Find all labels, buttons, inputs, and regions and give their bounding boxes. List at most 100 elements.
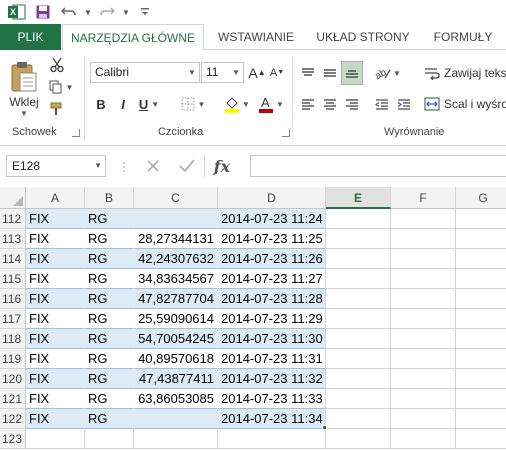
cell-e[interactable] bbox=[326, 369, 391, 389]
undo-dropdown-icon[interactable]: ▼ bbox=[84, 2, 92, 22]
cell-f[interactable] bbox=[391, 429, 456, 449]
align-bottom-button[interactable] bbox=[341, 61, 363, 85]
wrap-text-button[interactable]: Zawijaj teks bbox=[424, 62, 506, 84]
italic-button[interactable]: I bbox=[114, 94, 132, 114]
row-header[interactable]: 116 bbox=[0, 289, 26, 309]
cell-g[interactable] bbox=[456, 249, 506, 269]
row-header[interactable]: 117 bbox=[0, 309, 26, 329]
cell-e[interactable] bbox=[326, 289, 391, 309]
tab-file[interactable]: PLIK bbox=[0, 24, 61, 50]
cell-e[interactable] bbox=[326, 249, 391, 269]
cell-f[interactable] bbox=[391, 389, 456, 409]
cell-g[interactable] bbox=[456, 209, 506, 229]
shrink-font-button[interactable]: A ▼ bbox=[268, 62, 286, 83]
cell-g[interactable] bbox=[456, 429, 506, 449]
row-header[interactable]: 118 bbox=[0, 329, 26, 349]
cell-f[interactable] bbox=[391, 309, 456, 329]
tab-formulas[interactable]: FORMUŁY bbox=[420, 24, 506, 50]
cell-f[interactable] bbox=[391, 269, 456, 289]
cell-g[interactable] bbox=[456, 329, 506, 349]
column-header-a[interactable]: A bbox=[26, 187, 85, 209]
cell-f[interactable] bbox=[391, 249, 456, 269]
tab-insert[interactable]: WSTAWIANIE bbox=[206, 24, 306, 50]
save-icon[interactable] bbox=[32, 2, 54, 22]
cell-g[interactable] bbox=[456, 369, 506, 389]
row-header[interactable]: 121 bbox=[0, 389, 26, 409]
cancel-entry-button[interactable] bbox=[136, 155, 170, 177]
cell-c[interactable]: 42,24307632 bbox=[134, 249, 218, 269]
grow-font-button[interactable]: A ▲ bbox=[248, 62, 266, 83]
cell-c[interactable]: 54,70054245 bbox=[134, 329, 218, 349]
cell-e[interactable] bbox=[326, 349, 391, 369]
cell-a[interactable]: FIX bbox=[26, 329, 85, 349]
cell-c[interactable]: 47,43877411 bbox=[134, 369, 218, 389]
cell-e[interactable] bbox=[326, 269, 391, 289]
formula-input[interactable] bbox=[250, 155, 506, 177]
column-header-d[interactable]: D bbox=[218, 187, 326, 209]
cell-d[interactable]: 2014-07-23 11:26 bbox=[218, 249, 326, 269]
redo-dropdown-icon[interactable]: ▼ bbox=[122, 2, 130, 22]
cell-d[interactable] bbox=[218, 429, 326, 449]
column-header-e[interactable]: E bbox=[326, 187, 391, 209]
font-color-button[interactable]: A ▼ bbox=[256, 94, 286, 114]
decrease-indent-button[interactable] bbox=[372, 94, 392, 114]
name-box-dropdown-icon[interactable]: ▼ bbox=[94, 156, 102, 176]
font-name-combo[interactable]: Calibri ▼ bbox=[90, 62, 200, 83]
cell-a[interactable]: FIX bbox=[26, 349, 85, 369]
cell-a[interactable]: FIX bbox=[26, 389, 85, 409]
align-middle-button[interactable] bbox=[320, 62, 340, 84]
redo-icon[interactable] bbox=[96, 2, 118, 22]
align-left-button[interactable] bbox=[298, 94, 318, 114]
row-header[interactable]: 115 bbox=[0, 269, 26, 289]
row-header[interactable]: 113 bbox=[0, 229, 26, 249]
cell-c[interactable]: 34,83634567 bbox=[134, 269, 218, 289]
tab-page-layout[interactable]: UKŁAD STRONY bbox=[308, 24, 418, 50]
merge-center-button[interactable]: Scal i wyśro bbox=[424, 94, 506, 114]
cell-f[interactable] bbox=[391, 349, 456, 369]
cell-f[interactable] bbox=[391, 209, 456, 229]
cell-e[interactable] bbox=[326, 209, 391, 229]
column-header-f[interactable]: F bbox=[391, 187, 456, 209]
tab-home[interactable]: NARZĘDZIA GŁÓWNE bbox=[62, 24, 204, 51]
name-box[interactable]: E128 ▼ bbox=[6, 155, 106, 177]
cell-c[interactable]: 63,86053085 bbox=[134, 389, 218, 409]
cell-d[interactable]: 2014-07-23 11:33 bbox=[218, 389, 326, 409]
cell-g[interactable] bbox=[456, 309, 506, 329]
underline-button[interactable]: U ▼ bbox=[136, 94, 162, 114]
cell-g[interactable] bbox=[456, 289, 506, 309]
row-header[interactable]: 119 bbox=[0, 349, 26, 369]
paste-button[interactable]: Wklej ▼ bbox=[6, 56, 42, 122]
cell-c[interactable]: 25,59090614 bbox=[134, 309, 218, 329]
cell-f[interactable] bbox=[391, 409, 456, 429]
cell-c[interactable]: 40,89570618 bbox=[134, 349, 218, 369]
cell-e[interactable] bbox=[326, 409, 391, 429]
font-launcher-icon[interactable] bbox=[282, 129, 290, 137]
cell-f[interactable] bbox=[391, 369, 456, 389]
font-name-dropdown-icon[interactable]: ▼ bbox=[185, 63, 199, 82]
cell-b[interactable]: RG bbox=[85, 409, 134, 429]
cell-e[interactable] bbox=[326, 229, 391, 249]
increase-indent-button[interactable] bbox=[394, 94, 414, 114]
column-header-b[interactable]: B bbox=[85, 187, 134, 209]
cell-e[interactable] bbox=[326, 389, 391, 409]
cell-a[interactable]: FIX bbox=[26, 249, 85, 269]
font-size-combo[interactable]: 11 ▼ bbox=[201, 62, 244, 83]
copy-button[interactable]: ▼ bbox=[46, 78, 76, 96]
confirm-entry-button[interactable] bbox=[170, 155, 204, 177]
cell-b[interactable]: RG bbox=[85, 369, 134, 389]
cell-a[interactable]: FIX bbox=[26, 229, 85, 249]
cell-a[interactable] bbox=[26, 429, 85, 449]
row-header[interactable]: 120 bbox=[0, 369, 26, 389]
bold-button[interactable]: B bbox=[92, 94, 110, 114]
insert-function-button[interactable]: fx bbox=[205, 155, 239, 177]
cell-a[interactable]: FIX bbox=[26, 269, 85, 289]
clipboard-launcher-icon[interactable] bbox=[72, 129, 80, 137]
row-header[interactable]: 114 bbox=[0, 249, 26, 269]
cell-d[interactable]: 2014-07-23 11:32 bbox=[218, 369, 326, 389]
cell-b[interactable]: RG bbox=[85, 269, 134, 289]
cell-g[interactable] bbox=[456, 229, 506, 249]
cell-a[interactable]: FIX bbox=[26, 289, 85, 309]
column-header-g[interactable]: G bbox=[456, 187, 506, 209]
cell-d[interactable]: 2014-07-23 11:30 bbox=[218, 329, 326, 349]
undo-icon[interactable] bbox=[58, 2, 80, 22]
